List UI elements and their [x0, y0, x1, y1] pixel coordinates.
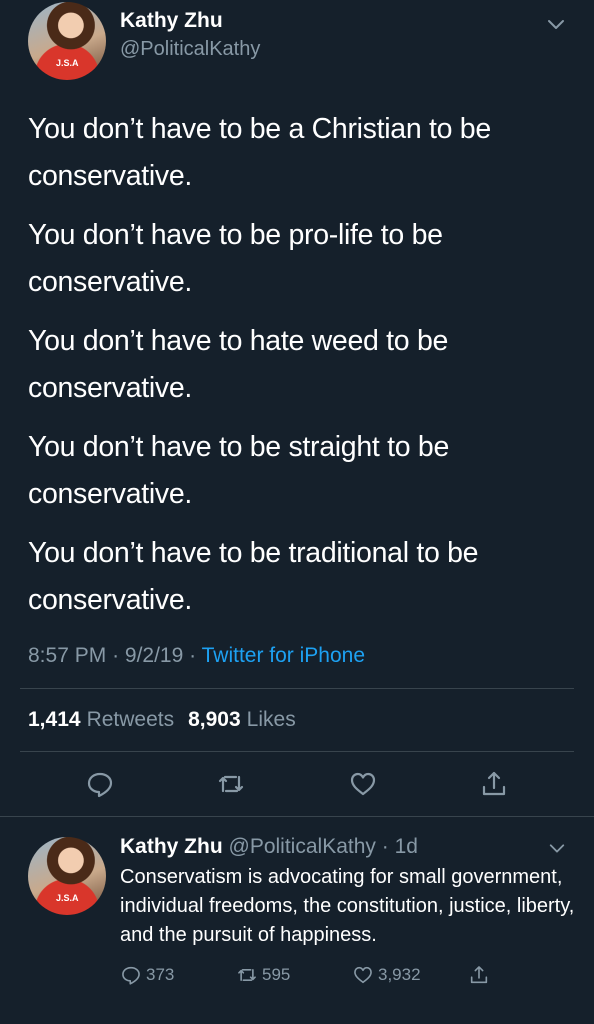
likes-count[interactable]: 8,903 — [188, 708, 241, 732]
like-icon — [354, 966, 372, 984]
share-icon[interactable] — [479, 769, 509, 799]
reply-text: Conservatism is advocating for small gov… — [120, 866, 575, 946]
like-count: 3,932 — [378, 965, 421, 984]
retweet-icon — [238, 969, 256, 981]
author-name[interactable]: Kathy Zhu — [120, 8, 260, 34]
tweet-date: 9/2/19 — [124, 644, 184, 667]
reply-like-button[interactable]: 3,932 — [352, 964, 468, 986]
reply-share-button[interactable] — [468, 964, 584, 986]
tweet-paragraph: You don’t have to be traditional to be c… — [28, 537, 479, 616]
tweet-text: You don’t have to be a Christian to be c… — [28, 106, 574, 624]
reply-tweet[interactable]: J.S.A Kathy Zhu @PoliticalKathy · 1d Con… — [0, 817, 594, 986]
tweet-actions — [0, 752, 594, 816]
engagement-stats: 1,414 Retweets 8,903 Likes — [0, 689, 594, 751]
retweet-icon[interactable] — [216, 769, 246, 799]
tweet-paragraph: You don’t have to be straight to be cons… — [28, 431, 450, 510]
like-icon[interactable] — [348, 769, 378, 799]
reply-header: Kathy Zhu @PoliticalKathy · 1d — [120, 833, 584, 861]
reply-count: 373 — [146, 965, 175, 984]
tweet-paragraph: You don’t have to be a Christian to be c… — [28, 113, 491, 192]
avatar[interactable]: J.S.A — [28, 837, 106, 915]
reply-reply-button[interactable]: 373 — [120, 964, 236, 986]
reply-age: · 1d — [381, 835, 418, 858]
tweet-paragraph: You don’t have to be pro-life to be cons… — [28, 219, 443, 298]
main-tweet: J.S.A Kathy Zhu @PoliticalKathy You don’… — [0, 0, 594, 674]
tweet-detail-screen: J.S.A Kathy Zhu @PoliticalKathy You don’… — [0, 0, 594, 1024]
tweet-time: 8:57 PM — [28, 644, 107, 667]
author-names: Kathy Zhu @PoliticalKathy — [120, 2, 260, 62]
tweet-source-link[interactable]: Twitter for iPhone — [202, 644, 365, 667]
author-row: J.S.A Kathy Zhu @PoliticalKathy — [28, 0, 574, 80]
reply-icon — [122, 966, 140, 985]
author-handle[interactable]: @PoliticalKathy — [120, 36, 260, 62]
reply-actions: 373 595 3,932 — [120, 964, 584, 986]
likes-label[interactable]: Likes — [247, 708, 296, 732]
avatar-shirt-text: J.S.A — [56, 893, 79, 903]
avatar-shirt-text: J.S.A — [56, 58, 79, 68]
retweets-label[interactable]: Retweets — [87, 708, 175, 732]
reply-content: Kathy Zhu @PoliticalKathy · 1d Conservat… — [120, 833, 584, 986]
tweet-meta: 8:57 PM · 9/2/19 · Twitter for iPhone — [28, 638, 574, 674]
share-icon — [470, 966, 488, 984]
reply-author-handle[interactable]: @PoliticalKathy — [229, 835, 376, 858]
chevron-down-icon[interactable] — [548, 839, 566, 857]
meta-separator: · — [189, 644, 197, 667]
meta-separator: · — [112, 644, 120, 667]
reply-icon[interactable] — [85, 769, 115, 799]
reply-author-name[interactable]: Kathy Zhu — [120, 835, 223, 858]
retweet-count: 595 — [262, 965, 291, 984]
retweets-count[interactable]: 1,414 — [28, 708, 81, 732]
reply-retweet-button[interactable]: 595 — [236, 964, 352, 986]
avatar[interactable]: J.S.A — [28, 2, 106, 80]
chevron-down-icon[interactable] — [546, 14, 566, 34]
tweet-paragraph: You don’t have to hate weed to be conser… — [28, 325, 449, 404]
